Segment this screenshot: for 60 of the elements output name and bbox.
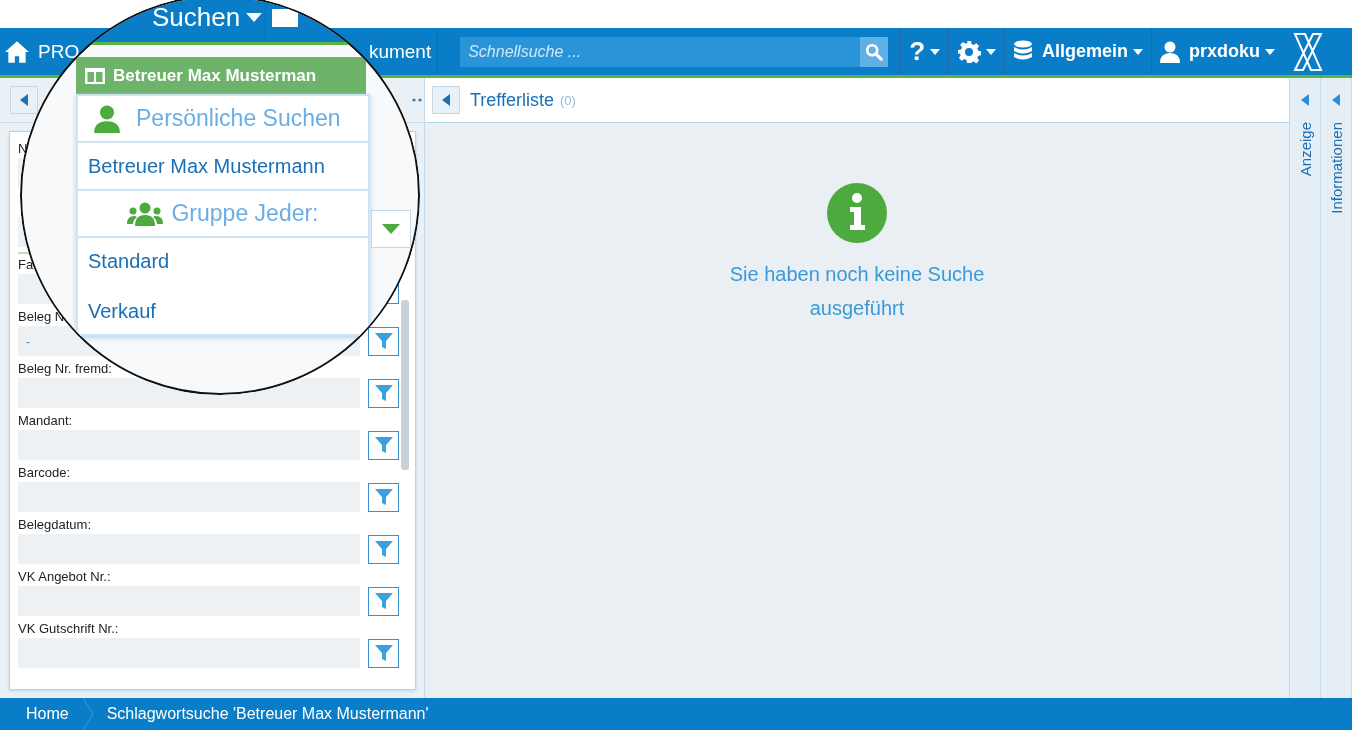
home-icon: [4, 39, 30, 64]
search-icon: [865, 42, 884, 61]
empty-message: Sie haben noch keine Suche ausgeführt: [728, 262, 986, 321]
expand-button[interactable]: [1331, 94, 1341, 108]
arrow-left-icon: [442, 94, 450, 106]
menu-item[interactable]: Standard: [78, 238, 368, 288]
filter-icon: [373, 487, 394, 507]
database-menu[interactable]: Allgemein: [1004, 28, 1152, 75]
group-icon: [127, 201, 164, 226]
caret-icon: [1133, 48, 1144, 55]
scrollbar-thumb[interactable]: [401, 300, 409, 470]
filter-button[interactable]: [368, 586, 399, 616]
side-tab[interactable]: Anzeige: [1296, 122, 1314, 177]
caret-icon: [1265, 48, 1276, 55]
field-label: VK Gutschrift Nr.:: [18, 620, 119, 638]
field-label: Fa: [18, 256, 34, 274]
columns-icon: [84, 66, 106, 85]
filter-icon: [373, 435, 394, 455]
panel-title: Trefferliste: [470, 89, 555, 111]
help-menu[interactable]: ?: [900, 28, 949, 75]
field-label: Barcode:: [18, 464, 71, 482]
collapse-button[interactable]: [432, 86, 460, 114]
gear-icon: [957, 39, 982, 64]
expand-button[interactable]: [1300, 94, 1310, 108]
field-label: Mandant:: [18, 412, 73, 430]
caret-icon: [246, 12, 263, 22]
side-tab[interactable]: Informationen: [1327, 122, 1345, 214]
menu-item[interactable]: Verkauf: [78, 288, 368, 334]
search-field[interactable]: Schnellsuche ...: [460, 36, 861, 67]
dropdown-button[interactable]: [371, 210, 411, 248]
breadcrumb-item[interactable]: Home: [26, 705, 69, 723]
filter-icon: [373, 643, 394, 663]
filter-button[interactable]: [368, 482, 399, 512]
info-icon: [827, 183, 887, 243]
filter-button[interactable]: [368, 534, 399, 564]
user-icon: [1160, 40, 1181, 63]
filter-icon: [373, 383, 394, 403]
caret-icon: [930, 48, 941, 55]
person-icon: [94, 104, 120, 133]
search-header[interactable]: Betreuer Max Musterman: [76, 57, 366, 94]
more-icon[interactable]: [412, 98, 422, 102]
filter-icon: [373, 539, 394, 559]
caret-icon: [986, 48, 997, 55]
field-label: Beleg Nr. fremd:: [18, 360, 112, 378]
filter-button[interactable]: [368, 430, 399, 460]
field-label: Belegdatum:: [18, 516, 91, 534]
search-button[interactable]: [860, 36, 889, 67]
page-icon[interactable]: [272, 9, 298, 27]
section-title: Gruppe Jeder:: [171, 200, 319, 227]
filter-icon: [373, 331, 394, 351]
breadcrumb-separator: [82, 698, 93, 730]
field-label: VK Angebot Nr.:: [18, 568, 111, 586]
result-count: (0): [560, 92, 576, 108]
filter-icon: [373, 591, 394, 611]
caret-down-icon: [382, 224, 400, 234]
breadcrumb-item: Schlagwortsuche 'Betreuer Max Mustermann': [106, 705, 429, 723]
section-title: Persönliche Suchen: [136, 105, 341, 132]
filter-button[interactable]: [368, 638, 399, 668]
search-menu[interactable]: Suchen: [152, 4, 263, 30]
user-menu[interactable]: prxdoku: [1151, 28, 1284, 75]
